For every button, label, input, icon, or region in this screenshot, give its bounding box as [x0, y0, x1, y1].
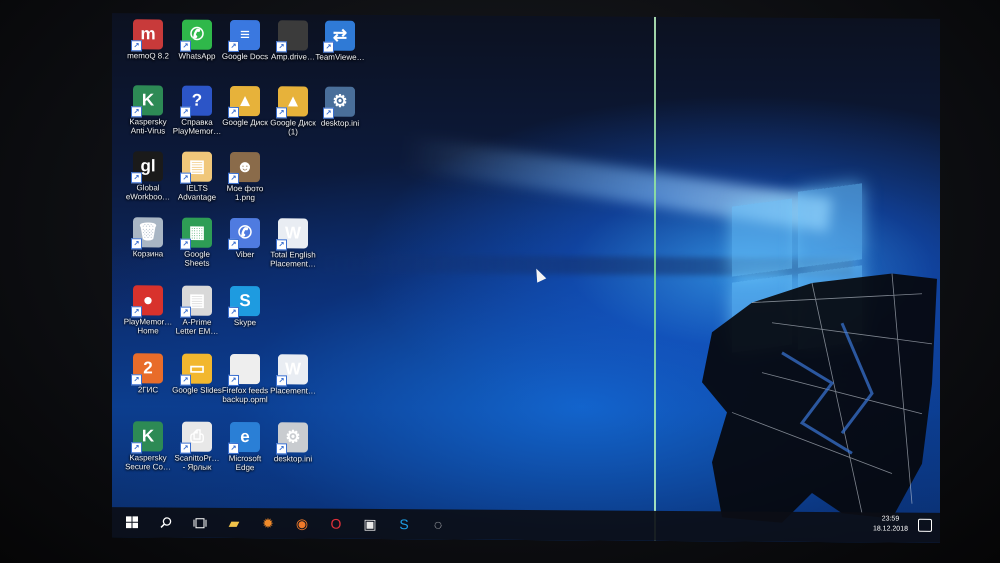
notification-center-icon[interactable] [918, 518, 932, 532]
shortcut-arrow-icon: ↗ [276, 375, 287, 387]
task-view-icon[interactable] [186, 511, 214, 535]
clock-time: 23:59 [881, 515, 900, 523]
firefox-feeds-backup-icon: ↗ [228, 353, 260, 386]
shortcut-arrow-icon: ↗ [131, 172, 142, 184]
desktop-screen: m ↗ memoQ 8.2 ✆ ↗ WhatsApp ≡ ↗ Google Docs ↗ Amp.d… [112, 13, 940, 543]
taskbar: ▰ ✹ ◉ O ▣ S ◌ 23:59 18.12.2018 [112, 507, 940, 543]
total-english-placement-icon: W ↗ [276, 218, 308, 251]
shortcut-arrow-icon: ↗ [180, 172, 191, 184]
desktop-shortcut-label: Total English Placement… [270, 250, 316, 269]
desktop-shortcut-label: desktop.ini [273, 454, 313, 464]
kaspersky-secure-connection-icon: K ↗ [131, 421, 163, 454]
amp-drive-icon: ↗ [276, 20, 308, 53]
playmemories-help-icon: ? ↗ [180, 85, 212, 118]
memoq-icon: m ↗ [131, 19, 163, 52]
viber-icon: ✆ ↗ [228, 217, 260, 250]
settings-icon[interactable]: ✹ [254, 511, 282, 535]
playmemories-home-icon: ● ↗ [131, 285, 163, 318]
skype-icon: S ↗ [228, 285, 260, 318]
desktop-shortcut[interactable]: W ↗ Placement… [263, 354, 323, 396]
chat-icon[interactable]: ◌ [424, 512, 452, 536]
desktop-shortcut[interactable]: ⇄ ↗ TeamViewe… [310, 20, 370, 62]
desktop-shortcut[interactable]: ⚙ ↗ desktop.ini [310, 86, 370, 128]
google-sheets-icon: ▦ ↗ [180, 217, 212, 250]
shortcut-arrow-icon: ↗ [131, 238, 142, 250]
desktop-shortcut-label: Placement… [270, 386, 316, 396]
google-slides-icon: ▭ ↗ [180, 353, 212, 386]
desktop-shortcut-label: desktop.ini [320, 118, 360, 128]
whatsapp-icon: ✆ ↗ [180, 19, 212, 52]
shortcut-arrow-icon: ↗ [180, 40, 191, 52]
shortcut-arrow-icon: ↗ [180, 238, 191, 250]
shortcut-arrow-icon: ↗ [131, 374, 142, 386]
a-prime-letter-icon: ▤ ↗ [180, 285, 212, 318]
shortcut-arrow-icon: ↗ [276, 239, 287, 251]
ielts-advantage-icon: ▤ ↗ [180, 151, 212, 184]
shortcut-arrow-icon: ↗ [228, 238, 239, 250]
kaspersky-antivirus-icon: K ↗ [131, 85, 163, 118]
desktop-shortcut-label: Мое фото 1.png [226, 183, 264, 203]
desktop-ini-2-icon: ⚙ ↗ [276, 422, 308, 455]
shortcut-arrow-icon: ↗ [131, 40, 142, 52]
shortcut-arrow-icon: ↗ [276, 443, 287, 455]
desktop-shortcut-label: TeamViewe… [315, 52, 365, 62]
photos-icon[interactable]: ▣ [356, 512, 384, 536]
clock-date: 18.12.2018 [872, 525, 908, 533]
search-icon[interactable] [152, 510, 180, 534]
shortcut-arrow-icon: ↗ [323, 107, 334, 119]
desktop-shortcut[interactable]: W ↗ Total English Placement… [263, 218, 323, 269]
opera-icon[interactable]: O [322, 512, 350, 536]
scanitto-pro-icon: ⎙ ↗ [180, 421, 212, 454]
shortcut-arrow-icon: ↗ [228, 172, 239, 184]
microsoft-edge-icon: e ↗ [228, 421, 260, 454]
shortcut-arrow-icon: ↗ [228, 374, 239, 386]
shortcut-arrow-icon: ↗ [228, 442, 239, 454]
taskbar-clock[interactable]: 23:59 18.12.2018 [873, 514, 908, 534]
shortcut-arrow-icon: ↗ [228, 106, 239, 118]
shortcut-arrow-icon: ↗ [276, 107, 287, 119]
shortcut-arrow-icon: ↗ [180, 106, 191, 118]
skype-taskbar-icon[interactable]: S [390, 512, 418, 536]
screen-glitch-line [654, 16, 656, 541]
shortcut-arrow-icon: ↗ [131, 306, 142, 318]
shortcut-arrow-icon: ↗ [131, 442, 142, 454]
screen-crack-damage [702, 273, 937, 523]
shortcut-arrow-icon: ↗ [131, 106, 142, 118]
google-drive-icon: ▲ ↗ [228, 85, 260, 118]
desktop-shortcut[interactable]: ☻ ↗ Мое фото 1.png [215, 151, 275, 203]
file-explorer-icon[interactable]: ▰ [220, 511, 248, 535]
desktop-shortcut-label: Skype [233, 317, 257, 328]
taskbar-pinned-apps: ▰ ✹ ◉ O ▣ S ◌ [220, 511, 458, 537]
desktop-shortcut[interactable]: S ↗ Skype [215, 285, 275, 328]
global-eworkbook-icon: gl ↗ [131, 151, 163, 184]
shortcut-arrow-icon: ↗ [180, 306, 191, 318]
desktop-shortcut[interactable]: ⚙ ↗ desktop.ini [263, 422, 323, 464]
shortcut-arrow-icon: ↗ [323, 41, 334, 53]
shortcut-arrow-icon: ↗ [228, 40, 239, 52]
system-tray: 23:59 18.12.2018 [873, 514, 932, 534]
desktop-ini-icon: ⚙ ↗ [323, 86, 355, 119]
firefox-icon[interactable]: ◉ [288, 511, 316, 535]
2gis-icon: 2 ↗ [131, 353, 163, 386]
my-photo-icon: ☻ ↗ [228, 151, 260, 184]
google-drive-1-icon: ▲ ↗ [276, 86, 308, 119]
teamviewer-icon: ⇄ ↗ [323, 20, 355, 53]
shortcut-arrow-icon: ↗ [276, 41, 287, 53]
shortcut-arrow-icon: ↗ [180, 442, 191, 454]
recycle-bin-icon: 🗑 ↗ [131, 217, 163, 250]
windows-logo-icon[interactable] [118, 510, 146, 534]
shortcut-arrow-icon: ↗ [228, 306, 239, 318]
shortcut-arrow-icon: ↗ [180, 374, 191, 386]
placement-doc-icon: W ↗ [276, 354, 308, 387]
google-docs-icon: ≡ ↗ [228, 19, 260, 52]
